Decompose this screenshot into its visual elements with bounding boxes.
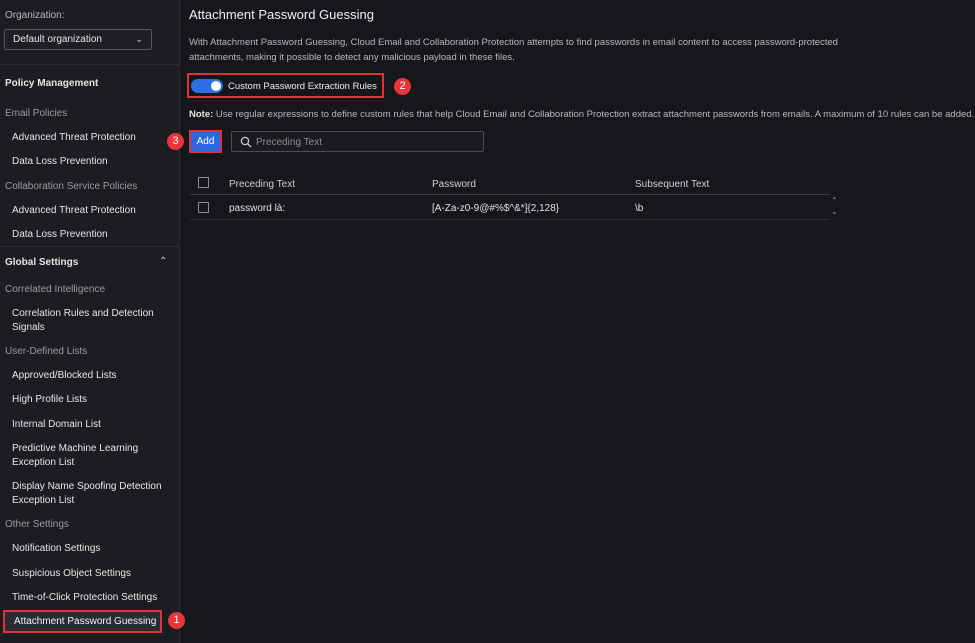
- user-defined-lists-group: User-Defined Lists: [5, 346, 88, 357]
- sidebar-item-time-of-click[interactable]: Time-of-Click Protection Settings: [12, 591, 157, 605]
- search-input[interactable]: Preceding Text: [231, 131, 484, 152]
- custom-rules-toggle-label: Custom Password Extraction Rules: [228, 81, 377, 92]
- collaboration-policies-group: Collaboration Service Policies: [5, 181, 138, 192]
- callout-badge: 3: [167, 133, 184, 150]
- sidebar-item-attachment-password-guessing[interactable]: Attachment Password Guessing: [3, 610, 162, 633]
- column-header-password[interactable]: Password: [432, 179, 476, 190]
- page-description: With Attachment Password Guessing, Cloud…: [189, 37, 838, 63]
- note-text: Note: Use regular expressions to define …: [189, 109, 974, 120]
- note-label: Note:: [189, 109, 214, 120]
- sidebar-item-internal-domain[interactable]: Internal Domain List: [12, 418, 101, 432]
- other-settings-group: Other Settings: [5, 519, 69, 530]
- organization-select[interactable]: Default organization ⌄: [4, 29, 152, 50]
- add-button[interactable]: Add: [189, 130, 222, 153]
- chevron-down-icon: ⌄: [135, 34, 143, 44]
- email-policies-group: Email Policies: [5, 108, 68, 119]
- sidebar-item-collab-atp[interactable]: Advanced Threat Protection: [12, 204, 136, 218]
- note-body: Use regular expressions to define custom…: [213, 109, 975, 120]
- organization-value: Default organization: [13, 34, 102, 45]
- divider: [0, 246, 179, 247]
- cell-password: [A-Za-z0-9@#%$^&*]{2,128}: [432, 203, 560, 214]
- toggle-knob: [211, 81, 221, 91]
- sidebar-item-approved-blocked[interactable]: Approved/Blocked Lists: [12, 369, 117, 383]
- sidebar-item-correlation-rules[interactable]: Correlation Rules and Detection Signals: [12, 307, 162, 335]
- sidebar: Organization: Default organization ⌄ Pol…: [0, 0, 180, 643]
- sidebar-item-predictive-ml[interactable]: Predictive Machine Learning Exception Li…: [12, 442, 162, 470]
- organization-label: Organization:: [5, 10, 65, 21]
- sidebar-item-suspicious-object[interactable]: Suspicious Object Settings: [12, 567, 131, 581]
- sidebar-item-email-dlp[interactable]: Data Loss Prevention: [12, 155, 108, 169]
- header-divider: [190, 194, 830, 195]
- sidebar-item-notification[interactable]: Notification Settings: [12, 542, 100, 556]
- search-icon: [240, 136, 252, 148]
- custom-rules-toggle[interactable]: [191, 79, 223, 93]
- cell-preceding-text: password là:: [229, 203, 286, 214]
- column-header-subsequent[interactable]: Subsequent Text: [635, 179, 709, 190]
- sidebar-item-email-atp[interactable]: Advanced Threat Protection: [12, 131, 136, 145]
- chevron-up-icon[interactable]: ⌃: [159, 256, 167, 267]
- select-all-checkbox[interactable]: [198, 177, 209, 188]
- sidebar-item-display-name-spoofing[interactable]: Display Name Spoofing Detection Exceptio…: [12, 480, 162, 508]
- scroll-up-icon[interactable]: ⌃: [831, 196, 838, 205]
- column-header-preceding[interactable]: Preceding Text: [229, 179, 295, 190]
- row-divider: [190, 219, 830, 220]
- page-title: Attachment Password Guessing: [189, 7, 374, 22]
- row-checkbox[interactable]: [198, 202, 209, 213]
- callout-badge: 2: [394, 78, 411, 95]
- global-settings-heading[interactable]: Global Settings: [5, 257, 78, 268]
- policy-management-heading[interactable]: Policy Management: [5, 78, 98, 89]
- correlated-intelligence-group: Correlated Intelligence: [5, 284, 106, 295]
- cell-subsequent-text: \b: [635, 203, 644, 214]
- scroll-down-icon[interactable]: ⌄: [831, 207, 838, 216]
- sidebar-item-collab-dlp[interactable]: Data Loss Prevention: [12, 228, 108, 242]
- sidebar-item-high-profile[interactable]: High Profile Lists: [12, 393, 87, 407]
- search-placeholder: Preceding Text: [256, 137, 322, 148]
- divider: [0, 64, 179, 65]
- callout-badge: 1: [168, 612, 185, 629]
